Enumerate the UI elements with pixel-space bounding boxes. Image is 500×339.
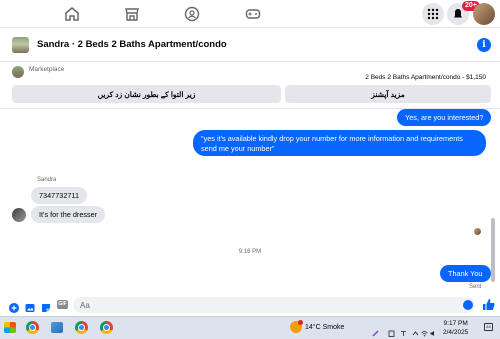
file-explorer-icon[interactable] xyxy=(51,322,63,333)
chrome-icon[interactable] xyxy=(75,321,88,334)
chevron-up-icon[interactable] xyxy=(412,324,419,336)
clock-time: 9:17 PM xyxy=(443,320,468,327)
marketplace-thumbnail xyxy=(12,66,24,78)
chrome-icon[interactable] xyxy=(26,321,39,334)
weather-alert-icon xyxy=(298,320,303,325)
seen-indicator-avatar xyxy=(474,228,481,235)
mark-as-pending-button[interactable]: زیر التوا کے بطور نشان زد کریں xyxy=(12,85,281,103)
copilot-icon[interactable] xyxy=(4,322,16,333)
like-icon[interactable] xyxy=(482,298,495,311)
outgoing-message: "yes it's available kindly drop your num… xyxy=(193,130,486,156)
volume-icon[interactable] xyxy=(430,324,437,336)
listing-thumbnail[interactable] xyxy=(12,37,29,53)
sender-avatar[interactable] xyxy=(12,208,26,222)
message-input[interactable] xyxy=(73,297,475,313)
scrollbar-thumb[interactable] xyxy=(491,218,495,282)
chrome-icon[interactable] xyxy=(100,321,113,334)
clipboard-icon[interactable] xyxy=(388,324,395,337)
incoming-message: It's for the dresser xyxy=(31,206,106,223)
notification-center-icon[interactable]: 24 xyxy=(484,323,493,331)
wifi-icon[interactable] xyxy=(421,324,428,337)
weather-text[interactable]: 14°C Smoke xyxy=(305,324,344,331)
plus-icon[interactable] xyxy=(9,300,19,313)
marketplace-icon[interactable] xyxy=(124,6,140,22)
menu-grid-icon[interactable] xyxy=(422,3,444,25)
incoming-message: 7347732711 xyxy=(31,187,88,204)
gaming-icon[interactable] xyxy=(245,6,261,22)
language-icon[interactable] xyxy=(400,324,407,336)
chat-title[interactable]: Sandra · 2 Beds 2 Baths Apartment/condo xyxy=(37,39,227,50)
outgoing-message: Yes, are you interested? xyxy=(397,109,492,126)
sender-name: Sandra xyxy=(37,177,57,183)
listing-summary[interactable]: 2 Beds 2 Baths Apartment/condo - $1,150 xyxy=(365,74,486,81)
top-navigation: 20+ xyxy=(0,0,500,28)
emoji-icon[interactable] xyxy=(463,300,473,310)
sticker-icon[interactable] xyxy=(41,300,51,312)
photo-icon[interactable] xyxy=(25,300,35,312)
pen-icon[interactable] xyxy=(372,324,379,337)
more-options-button[interactable]: مزید آپشنز xyxy=(285,85,491,103)
sent-status: Sent xyxy=(469,284,482,290)
info-icon[interactable]: i xyxy=(477,38,491,52)
message-timestamp: 9:16 PM xyxy=(238,249,262,255)
outgoing-message: Thank You xyxy=(440,265,491,282)
chat-header: Sandra · 2 Beds 2 Baths Apartment/condo … xyxy=(0,28,500,62)
marketplace-label: Marketplace xyxy=(29,66,65,73)
gif-icon[interactable]: GIF xyxy=(57,300,68,309)
home-icon[interactable] xyxy=(64,6,80,22)
groups-icon[interactable] xyxy=(184,6,200,22)
profile-avatar[interactable] xyxy=(473,3,495,25)
clock-date: 2/4/2025 xyxy=(443,329,469,336)
system-clock[interactable]: 9:17 PM 2/4/2025 xyxy=(443,319,468,337)
